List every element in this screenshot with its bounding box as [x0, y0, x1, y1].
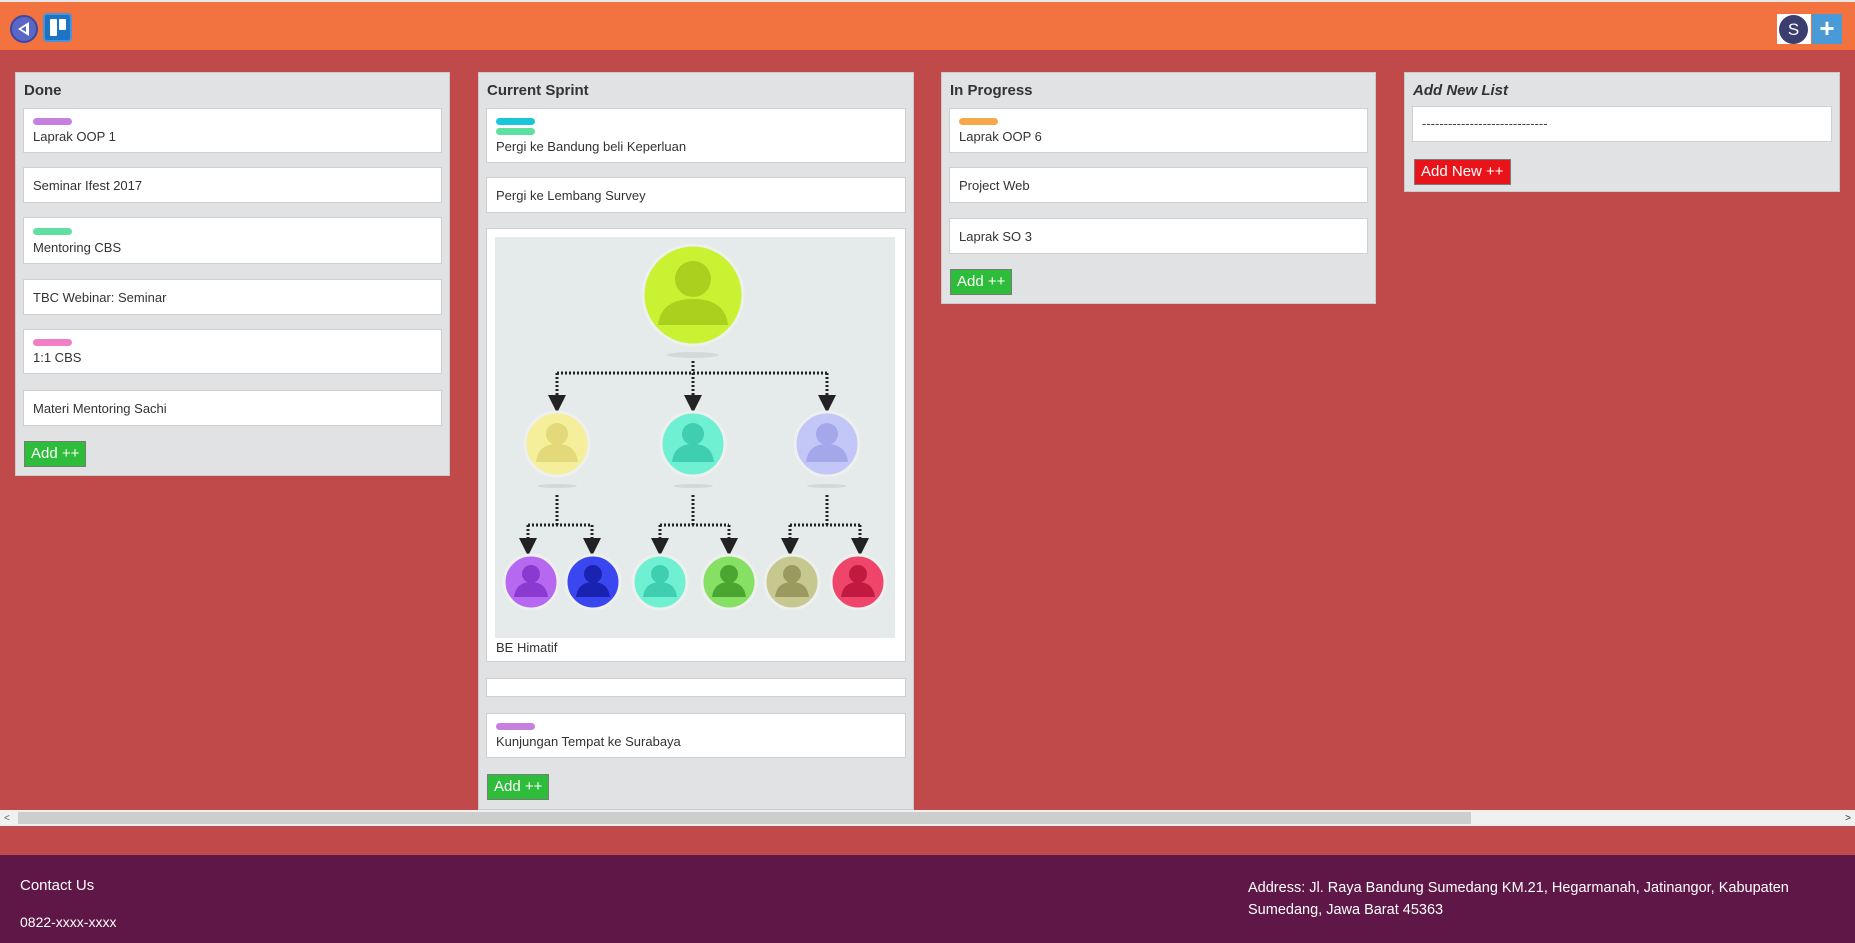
- top-bar: S +: [0, 0, 1855, 50]
- list-title: In Progress: [950, 82, 1033, 99]
- card-title: Project Web: [959, 178, 1030, 193]
- scroll-right-icon[interactable]: >: [1845, 813, 1851, 824]
- card[interactable]: Project Web: [949, 167, 1368, 203]
- list-title: Done: [24, 82, 62, 99]
- contact-phone: 0822-xxxx-xxxx: [20, 914, 117, 930]
- card-label: [33, 339, 72, 346]
- card-label: [33, 228, 72, 235]
- card[interactable]: Mentoring CBS: [23, 217, 442, 264]
- card[interactable]: Pergi ke Bandung beli Keperluan: [486, 108, 906, 163]
- list-add-new: Add New List ---------------------------…: [1404, 72, 1840, 192]
- list-done: Done Laprak OOP 1 Seminar Ifest 2017 Men…: [15, 72, 450, 476]
- card-label: [33, 118, 72, 125]
- back-arrow-icon[interactable]: [10, 15, 38, 43]
- add-card-button[interactable]: Add ++: [950, 269, 1013, 295]
- list-title: Current Sprint: [487, 82, 589, 99]
- card[interactable]: TBC Webinar: Seminar: [23, 279, 442, 315]
- org-chart-image: [495, 237, 895, 638]
- avatar-container[interactable]: S: [1777, 14, 1811, 44]
- card[interactable]: Laprak OOP 1: [23, 108, 442, 153]
- card-label: [496, 723, 535, 730]
- card-title: Pergi ke Bandung beli Keperluan: [496, 139, 687, 154]
- card-title: BE Himatif: [496, 640, 558, 655]
- card-title: Mentoring CBS: [33, 240, 122, 255]
- card-title: Pergi ke Lembang Survey: [496, 188, 646, 203]
- card[interactable]: BE Himatif: [486, 228, 906, 662]
- card-label: [496, 118, 535, 125]
- card[interactable]: Laprak SO 3: [949, 218, 1368, 254]
- new-list-input[interactable]: -----------------------------: [1412, 106, 1832, 142]
- card-title: Materi Mentoring Sachi: [33, 401, 167, 416]
- card[interactable]: Pergi ke Lembang Survey: [486, 177, 906, 213]
- card-title: TBC Webinar: Seminar: [33, 290, 167, 305]
- card[interactable]: Seminar Ifest 2017: [23, 167, 442, 203]
- board-logo-icon[interactable]: [43, 13, 72, 42]
- list-title: Add New List: [1413, 82, 1509, 99]
- contact-title: Contact Us: [20, 877, 95, 894]
- add-board-button[interactable]: +: [1812, 14, 1842, 44]
- add-new-list-button[interactable]: Add New ++: [1414, 159, 1511, 185]
- contact-address: Address: Jl. Raya Bandung Sumedang KM.21…: [1248, 880, 1789, 918]
- card-title: Kunjungan Tempat ke Surabaya: [496, 734, 681, 749]
- card-label: [496, 128, 535, 135]
- card[interactable]: Kunjungan Tempat ke Surabaya: [486, 713, 906, 758]
- avatar[interactable]: S: [1779, 15, 1808, 44]
- horizontal-scrollbar[interactable]: < >: [0, 810, 1855, 826]
- card[interactable]: 1:1 CBS: [23, 329, 442, 374]
- card-title: 1:1 CBS: [33, 350, 82, 365]
- card[interactable]: Laprak OOP 6: [949, 108, 1368, 153]
- card-title: Laprak SO 3: [959, 229, 1032, 244]
- card[interactable]: [486, 678, 906, 697]
- card[interactable]: Materi Mentoring Sachi: [23, 390, 442, 426]
- add-card-button[interactable]: Add ++: [487, 774, 550, 800]
- list-current-sprint: Current Sprint Pergi ke Bandung beli Kep…: [478, 72, 914, 810]
- scroll-left-icon[interactable]: <: [4, 813, 10, 824]
- card-title: Laprak OOP 6: [959, 129, 1042, 144]
- add-card-button[interactable]: Add ++: [24, 441, 87, 467]
- list-in-progress: In Progress Laprak OOP 6 Project Web Lap…: [941, 72, 1376, 304]
- card-title: Laprak OOP 1: [33, 129, 116, 144]
- scroll-thumb[interactable]: [18, 812, 1471, 824]
- card-title: Seminar Ifest 2017: [33, 178, 143, 193]
- card-label: [959, 118, 998, 125]
- footer: Contact Us 0822-xxxx-xxxx Address: Jl. R…: [0, 855, 1855, 943]
